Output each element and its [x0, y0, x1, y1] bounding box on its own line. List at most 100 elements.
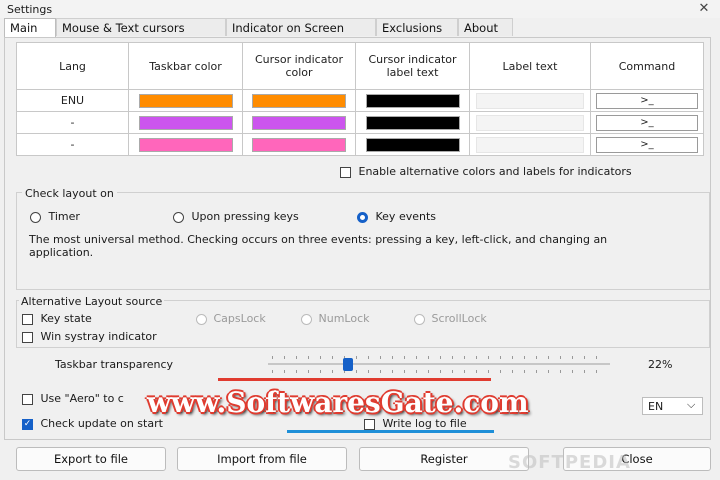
radio-numlock: NumLock: [301, 312, 370, 325]
slider-ticks-top: [272, 356, 608, 359]
checkbox-box[interactable]: [364, 418, 375, 430]
taskbar-color-swatch[interactable]: [138, 115, 233, 130]
check-update-checkbox[interactable]: ✓ Check update on start: [22, 417, 163, 430]
language-select[interactable]: EN ⌵: [642, 397, 703, 415]
lang-cell: -: [16, 133, 129, 156]
key-state-label: Key state: [40, 312, 92, 325]
checkbox-box[interactable]: [22, 331, 33, 343]
radio-key-events-label: Key events: [375, 210, 437, 223]
radio-button-disabled: [301, 313, 312, 325]
label-color-cell: [355, 89, 470, 112]
radio-button[interactable]: [173, 211, 184, 223]
check-layout-description: The most universal method. Checking occu…: [29, 233, 608, 259]
check-layout-title: Check layout on: [22, 187, 117, 200]
radio-capslock: CapsLock: [196, 312, 266, 325]
radio-button-disabled: [414, 313, 425, 325]
checkbox-box[interactable]: [22, 393, 33, 405]
header-cursor-indicator-color: Cursor indicator color: [242, 42, 356, 90]
label-color-swatch[interactable]: [365, 137, 460, 152]
title-bar: [0, 0, 720, 18]
radio-upon-pressing-keys[interactable]: Upon pressing keys: [173, 210, 299, 223]
table-header-row: Lang Taskbar color Cursor indicator colo…: [16, 42, 704, 90]
chevron-down-icon: ⌵: [687, 398, 696, 411]
taskbar-color-swatch[interactable]: [138, 93, 233, 108]
cursor-color-cell: [242, 89, 356, 112]
key-state-checkbox[interactable]: Key state: [22, 312, 92, 325]
watermark-line-bottom: [287, 430, 494, 433]
transparency-slider[interactable]: [268, 352, 610, 376]
table-row[interactable]: - >_: [16, 133, 704, 156]
win-systray-label: Win systray indicator: [40, 330, 157, 343]
slider-track: [268, 363, 610, 365]
command-button[interactable]: >_: [596, 114, 698, 131]
cursor-color-swatch[interactable]: [252, 137, 346, 152]
taskbar-transparency-label: Taskbar transparency: [55, 358, 174, 371]
command-button[interactable]: >_: [596, 92, 698, 109]
checkbox-box-checked[interactable]: ✓: [22, 418, 33, 430]
command-cell: >_: [590, 89, 704, 112]
cursor-color-swatch[interactable]: [252, 115, 346, 130]
softpedia-watermark: SOFTPEDIA: [508, 452, 631, 473]
capslock-label: CapsLock: [213, 312, 266, 325]
aero-checkbox[interactable]: Use "Aero" to c: [22, 392, 124, 405]
checkbox-box[interactable]: [340, 166, 351, 178]
register-button[interactable]: Register: [359, 447, 529, 471]
label-text-input[interactable]: [476, 136, 584, 153]
label-color-swatch[interactable]: [365, 115, 460, 130]
watermark-line-top: [218, 378, 491, 381]
watermark-text: www.SoftwaresGate.com: [147, 386, 529, 419]
taskbar-color-swatch[interactable]: [138, 137, 233, 152]
label-text-cell: [469, 133, 591, 156]
radio-upon-pressing-keys-label: Upon pressing keys: [191, 210, 299, 223]
header-taskbar-color: Taskbar color: [128, 42, 243, 90]
label-text-cell: [469, 89, 591, 112]
header-cursor-label-text: Cursor indicator label text: [355, 42, 470, 90]
radio-timer-label: Timer: [48, 210, 80, 223]
header-label-text: Label text: [469, 42, 591, 90]
radio-button-disabled: [196, 313, 207, 325]
window-title: Settings: [7, 3, 53, 16]
checkbox-box[interactable]: [22, 313, 33, 325]
radio-key-events[interactable]: Key events: [357, 210, 436, 223]
taskbar-color-cell: [128, 133, 243, 156]
radio-timer[interactable]: Timer: [30, 210, 80, 223]
enable-alt-colors-checkbox[interactable]: Enable alternative colors and labels for…: [340, 165, 632, 178]
label-text-input[interactable]: [476, 92, 584, 109]
header-command: Command: [590, 42, 704, 90]
close-icon[interactable]: ✕: [693, 0, 715, 18]
check-update-label: Check update on start: [40, 417, 163, 430]
table-row[interactable]: ENU >_: [16, 89, 704, 112]
scrolllock-label: ScrollLock: [431, 312, 487, 325]
command-button[interactable]: >_: [596, 136, 698, 153]
tab-mouse-text-cursors[interactable]: Mouse & Text cursors: [56, 18, 226, 36]
taskbar-color-cell: [128, 111, 243, 134]
enable-alt-colors-label: Enable alternative colors and labels for…: [358, 165, 632, 178]
tab-indicator-on-screen[interactable]: Indicator on Screen: [226, 18, 376, 36]
label-color-swatch[interactable]: [365, 93, 460, 108]
numlock-label: NumLock: [318, 312, 370, 325]
aero-label: Use "Aero" to c: [40, 392, 124, 405]
import-from-file-button[interactable]: Import from file: [177, 447, 347, 471]
label-text-input[interactable]: [476, 114, 584, 131]
label-color-cell: [355, 133, 470, 156]
slider-thumb[interactable]: [343, 358, 353, 371]
tab-main[interactable]: Main: [4, 18, 56, 38]
cursor-color-cell: [242, 111, 356, 134]
taskbar-color-cell: [128, 89, 243, 112]
radio-button-selected[interactable]: [357, 211, 368, 223]
tab-about[interactable]: About: [458, 18, 513, 36]
tab-exclusions[interactable]: Exclusions: [376, 18, 458, 36]
radio-button[interactable]: [30, 211, 41, 223]
radio-scrolllock: ScrollLock: [414, 312, 487, 325]
cursor-color-swatch[interactable]: [252, 93, 346, 108]
tab-bar: Main Mouse & Text cursors Indicator on S…: [4, 18, 720, 38]
slider-ticks-bottom: [272, 370, 608, 373]
language-select-value: EN: [648, 400, 664, 413]
alt-layout-title: Alternative Layout source: [19, 295, 165, 308]
label-color-cell: [355, 111, 470, 134]
label-text-cell: [469, 111, 591, 134]
win-systray-checkbox[interactable]: Win systray indicator: [22, 330, 157, 343]
table-row[interactable]: - >_: [16, 111, 704, 134]
export-to-file-button[interactable]: Export to file: [16, 447, 166, 471]
lang-cell: -: [16, 111, 129, 134]
